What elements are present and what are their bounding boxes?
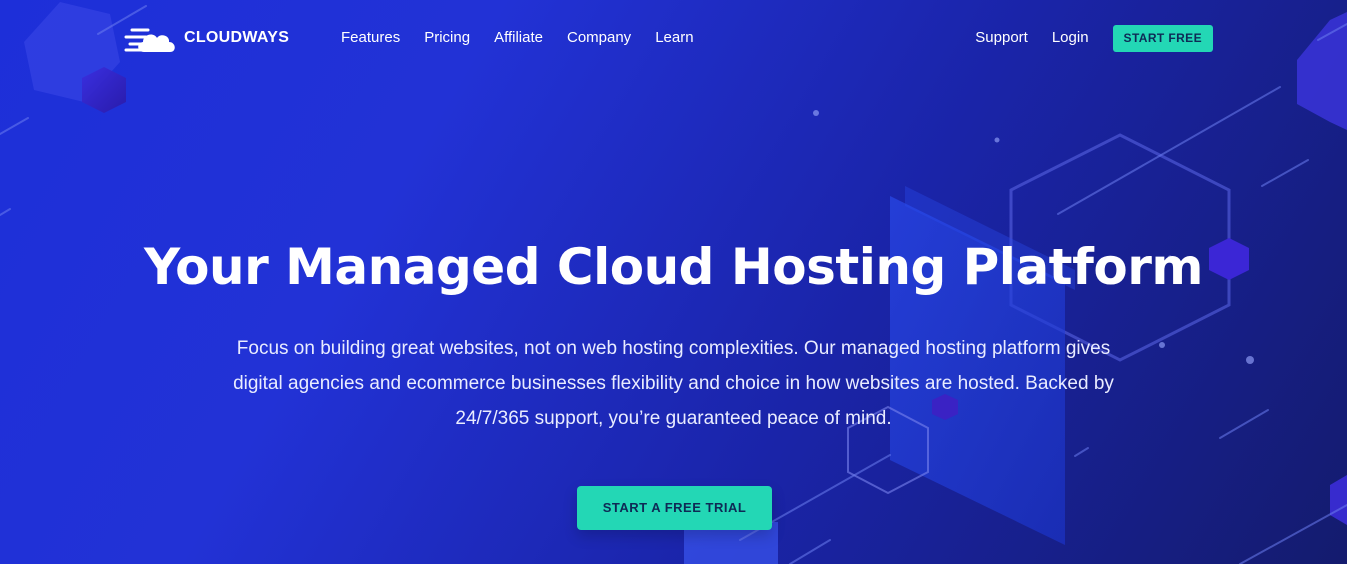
start-free-trial-button[interactable]: START A FREE TRIAL: [577, 486, 772, 530]
nav-item-learn[interactable]: Learn: [655, 28, 693, 48]
support-link[interactable]: Support: [975, 24, 1028, 52]
hero-title: Your Managed Cloud Hosting Platform: [144, 238, 1203, 296]
cloud-speed-icon: [124, 28, 175, 52]
hexagon-shape: [1330, 475, 1347, 525]
main-nav: Features Pricing Affiliate Company Learn: [341, 28, 718, 48]
brand-logo[interactable]: CLOUDWAYS: [124, 22, 289, 54]
brand-name: CLOUDWAYS: [184, 29, 290, 46]
hero-section: CLOUDWAYS Features Pricing Affiliate Com…: [0, 0, 1347, 564]
nav-item-company[interactable]: Company: [567, 28, 631, 48]
header-actions: Support Login START FREE: [975, 24, 1213, 52]
site-header: CLOUDWAYS Features Pricing Affiliate Com…: [0, 0, 1347, 76]
nav-item-affiliate[interactable]: Affiliate: [494, 28, 543, 48]
login-link[interactable]: Login: [1052, 24, 1089, 52]
start-free-button[interactable]: START FREE: [1112, 24, 1213, 52]
nav-item-features[interactable]: Features: [341, 28, 400, 48]
hero-subtitle: Focus on building great websites, not on…: [233, 338, 1114, 429]
nav-item-pricing[interactable]: Pricing: [424, 28, 470, 48]
